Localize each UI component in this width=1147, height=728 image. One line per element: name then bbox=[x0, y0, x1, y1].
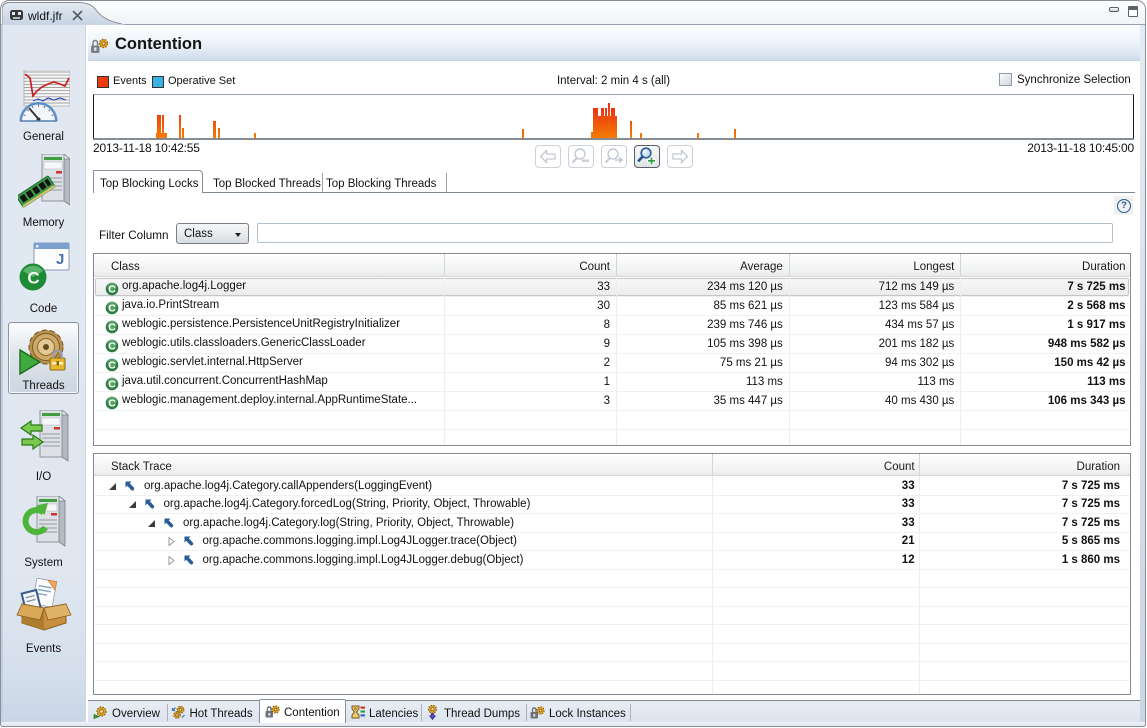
svg-text:C: C bbox=[108, 379, 116, 391]
svg-text:C: C bbox=[108, 341, 116, 353]
svg-text:C: C bbox=[108, 360, 116, 372]
svg-text:C: C bbox=[108, 303, 116, 315]
svg-text:C: C bbox=[108, 322, 116, 334]
svg-text:C: C bbox=[108, 284, 116, 296]
svg-text:J: J bbox=[56, 251, 64, 268]
svg-text:C: C bbox=[108, 398, 116, 410]
svg-text:C: C bbox=[27, 269, 39, 288]
